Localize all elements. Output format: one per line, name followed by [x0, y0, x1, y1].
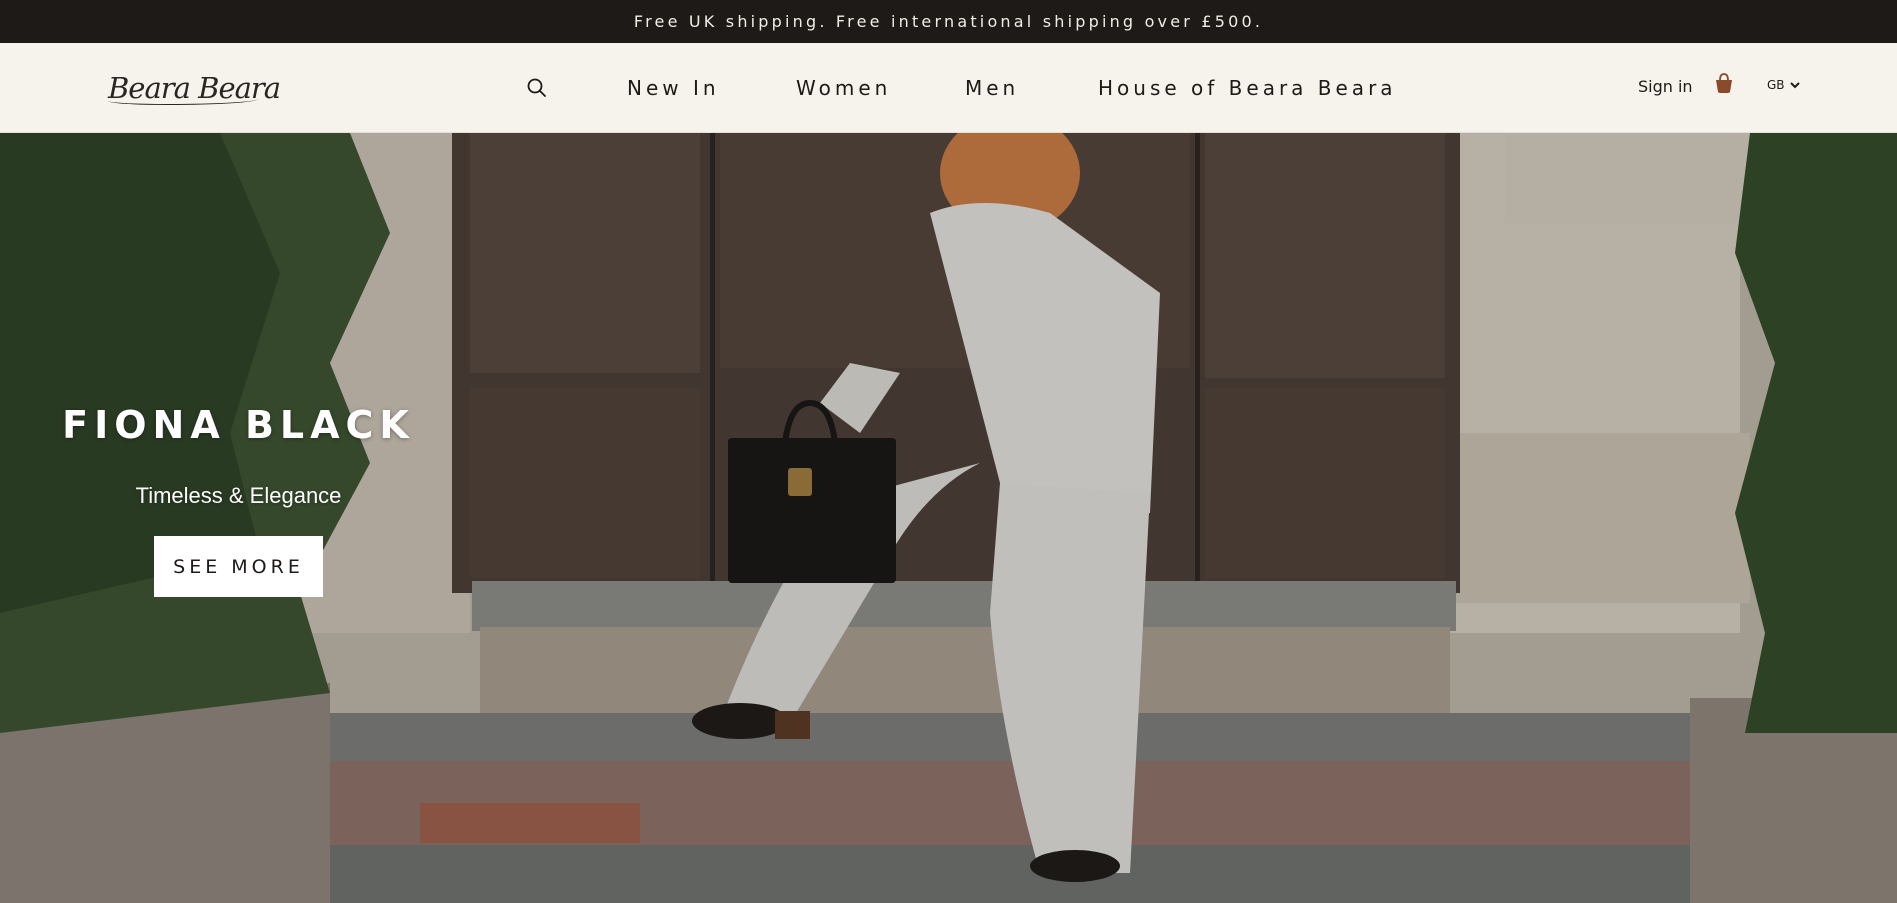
announcement-bar: Free UK shipping. Free international shi…: [0, 0, 1897, 43]
brand-logo[interactable]: Beara Beara: [108, 67, 281, 109]
announcement-text: Free UK shipping. Free international shi…: [633, 12, 1264, 31]
hero-subtitle: Timeless & Elegance: [135, 483, 342, 508]
chevron-down-icon: [1789, 82, 1800, 89]
nav-women[interactable]: Women: [796, 75, 891, 101]
nav-men[interactable]: Men: [965, 75, 1019, 101]
site-header: Beara Beara New In Women Men House of Be…: [0, 43, 1897, 133]
country-code: GB: [1767, 78, 1785, 92]
sign-in-link[interactable]: Sign in: [1638, 77, 1693, 96]
nav-new-in[interactable]: New In: [627, 75, 720, 101]
shopping-bag-icon[interactable]: [1713, 71, 1735, 95]
see-more-button[interactable]: SEE MORE: [154, 536, 323, 597]
country-selector[interactable]: GB: [1767, 78, 1801, 92]
search-icon[interactable]: [525, 76, 549, 100]
hero-image: [0, 133, 1897, 903]
nav-house-of-beara-beara[interactable]: House of Beara Beara: [1098, 75, 1397, 101]
hero-banner: FIONA BLACK Timeless & Elegance SEE MORE: [0, 133, 1897, 903]
hero-title: FIONA BLACK: [62, 403, 415, 447]
